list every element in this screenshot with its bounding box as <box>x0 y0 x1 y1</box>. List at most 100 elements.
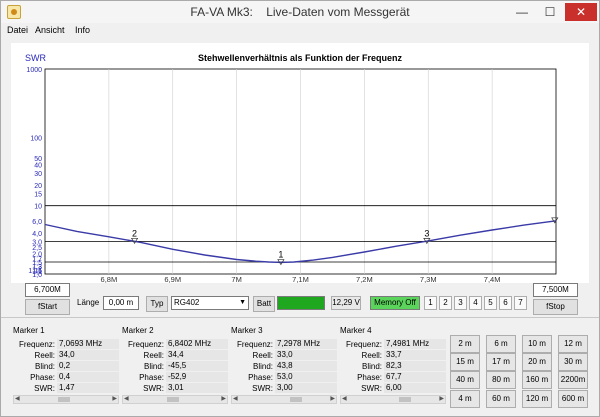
y-tick-label: 10 <box>34 204 42 211</box>
x-tick-label: 7,4M <box>484 275 501 283</box>
close-button[interactable]: ✕ <box>565 3 597 21</box>
marker-scrollbar[interactable]: ◀ ▶ <box>13 395 119 404</box>
band-button-17m[interactable]: 17 m <box>486 353 516 371</box>
laenge-field[interactable]: 0,00 m <box>103 296 139 310</box>
typ-button[interactable]: Typ <box>146 296 168 312</box>
marker-row-frequenz: Frequenz: 7,4981 MHz <box>340 339 446 350</box>
band-button-2m[interactable]: 2 m <box>450 335 480 353</box>
memory-slot-4[interactable]: 4 <box>469 296 482 310</box>
marker-swr-value: 6,00 <box>384 383 446 393</box>
y-tick-label: 2,0 <box>32 251 42 258</box>
y-tick-label: 3,0 <box>32 239 42 246</box>
fstart-value-field[interactable]: 6,700M <box>25 283 70 297</box>
swr-chart[interactable]: Stehwellenverhältnis als Funktion der Fr… <box>11 43 589 283</box>
scroll-thumb[interactable] <box>399 397 411 402</box>
marker-frequenz-value: 7,0693 MHz <box>57 339 119 349</box>
chart-y-tick-labels: 1,01,11,151,21,31,51,72,02,53,04,06,0101… <box>26 67 42 279</box>
band-button-6m[interactable]: 6 m <box>486 335 516 353</box>
scroll-right-icon[interactable]: ▶ <box>330 395 335 402</box>
app-window: FA-VA Mk3: Live-Daten vom Messgerät — ☐ … <box>0 0 600 417</box>
marker-scrollbar[interactable]: ◀ ▶ <box>340 395 446 404</box>
marker-row-frequenz: Frequenz: 7,2978 MHz <box>231 339 337 350</box>
scroll-right-icon[interactable]: ▶ <box>439 395 444 402</box>
marker-row-reell: Reell: 34,0 <box>13 350 119 361</box>
scroll-thumb[interactable] <box>58 397 70 402</box>
band-button-15m[interactable]: 15 m <box>450 353 480 371</box>
marker-phase-value: -52,9 <box>166 372 228 382</box>
memory-slot-6[interactable]: 6 <box>499 296 512 310</box>
marker-frequenz-value: 7,4981 MHz <box>384 339 446 349</box>
menu-bar: Datei Ansicht Info <box>1 23 599 40</box>
marker-swr-value: 1,47 <box>57 383 119 393</box>
marker-panel-2: Marker 2 Frequenz: 6,8402 MHz Reell: 34,4 Bli… <box>122 326 228 406</box>
band-button-120m[interactable]: 120 m <box>522 390 552 408</box>
scroll-thumb[interactable] <box>167 397 179 402</box>
fstop-button[interactable]: fStop <box>533 299 578 315</box>
y-tick-label: 15 <box>34 192 42 199</box>
band-button-600m[interactable]: 600 m <box>558 390 588 408</box>
marker-reell-value: 34,0 <box>57 350 119 360</box>
x-tick-label: 7M <box>231 275 241 283</box>
marker-phase-value: 0,4 <box>57 372 119 382</box>
band-button-12m[interactable]: 12 m <box>558 335 588 353</box>
memory-slot-5[interactable]: 5 <box>484 296 497 310</box>
title-bar[interactable]: FA-VA Mk3: Live-Daten vom Messgerät — ☐ … <box>1 1 599 23</box>
marker-blind-value: -45,5 <box>166 361 228 371</box>
scroll-left-icon[interactable]: ◀ <box>342 395 347 402</box>
scroll-left-icon[interactable]: ◀ <box>15 395 20 402</box>
band-button-4m[interactable]: 4 m <box>450 390 480 408</box>
marker-swr-label: SWR: <box>143 384 164 393</box>
fstop-value-field[interactable]: 7,500M <box>533 283 578 297</box>
band-button-80m[interactable]: 80 m <box>486 371 516 389</box>
marker-scrollbar[interactable]: ◀ ▶ <box>122 395 228 404</box>
scroll-thumb[interactable] <box>290 397 302 402</box>
marker-blind-label: Blind: <box>361 362 382 371</box>
marker-title: Marker 2 <box>122 326 154 335</box>
marker-row-swr: SWR: 1,47 <box>13 383 119 394</box>
marker-title: Marker 3 <box>231 326 263 335</box>
marker-swr-value: 3,01 <box>166 383 228 393</box>
y-tick-label: 1000 <box>26 67 42 74</box>
marker-frequenz-label: Frequenz: <box>345 340 382 349</box>
memory-slot-3[interactable]: 3 <box>454 296 467 310</box>
marker-title: Marker 1 <box>13 326 45 335</box>
band-button-40m[interactable]: 40 m <box>450 371 480 389</box>
control-row: 6,700M fStart Länge 0,00 m Typ RG402 ▼ B… <box>1 283 599 315</box>
maximize-button[interactable]: ☐ <box>537 3 563 21</box>
memory-slot-1[interactable]: 1 <box>424 296 437 310</box>
y-tick-label: 30 <box>34 171 42 178</box>
chart-y-axis-label: SWR <box>25 53 46 63</box>
band-button-20m[interactable]: 20 m <box>522 353 552 371</box>
menu-datei[interactable]: Datei <box>7 25 28 35</box>
x-tick-label: 7,3M <box>420 275 437 283</box>
marker-scrollbar[interactable]: ◀ ▶ <box>231 395 337 404</box>
scroll-left-icon[interactable]: ◀ <box>233 395 238 402</box>
band-button-30m[interactable]: 30 m <box>558 353 588 371</box>
marker-row-swr: SWR: 6,00 <box>340 383 446 394</box>
fstart-button[interactable]: fStart <box>25 299 70 315</box>
memory-toggle-button[interactable]: Memory Off <box>370 296 420 310</box>
y-tick-label: 40 <box>34 163 42 170</box>
cable-type-value: RG402 <box>174 298 200 307</box>
memory-slot-2[interactable]: 2 <box>439 296 452 310</box>
marker-row-blind: Blind: 0,2 <box>13 361 119 372</box>
marker-frequenz-label: Frequenz: <box>18 340 55 349</box>
marker-label: 2 <box>132 228 137 238</box>
menu-info[interactable]: Info <box>75 25 90 35</box>
marker-blind-label: Blind: <box>143 362 164 371</box>
band-button-10m[interactable]: 10 m <box>522 335 552 353</box>
minimize-button[interactable]: — <box>509 3 535 21</box>
band-button-2200m[interactable]: 2200m <box>558 371 588 389</box>
menu-ansicht[interactable]: Ansicht <box>35 25 65 35</box>
marker-phase-label: Phase: <box>357 373 382 382</box>
cable-type-select[interactable]: RG402 ▼ <box>171 296 249 310</box>
band-button-60m[interactable]: 60 m <box>486 390 516 408</box>
batt-button[interactable]: Batt <box>253 296 275 312</box>
scroll-right-icon[interactable]: ▶ <box>112 395 117 402</box>
band-button-160m[interactable]: 160 m <box>522 371 552 389</box>
scroll-left-icon[interactable]: ◀ <box>124 395 129 402</box>
swr-chart-svg: Stehwellenverhältnis als Funktion der Fr… <box>25 53 559 283</box>
marker-swr-value: 3,00 <box>275 383 337 393</box>
memory-slot-7[interactable]: 7 <box>514 296 527 310</box>
scroll-right-icon[interactable]: ▶ <box>221 395 226 402</box>
